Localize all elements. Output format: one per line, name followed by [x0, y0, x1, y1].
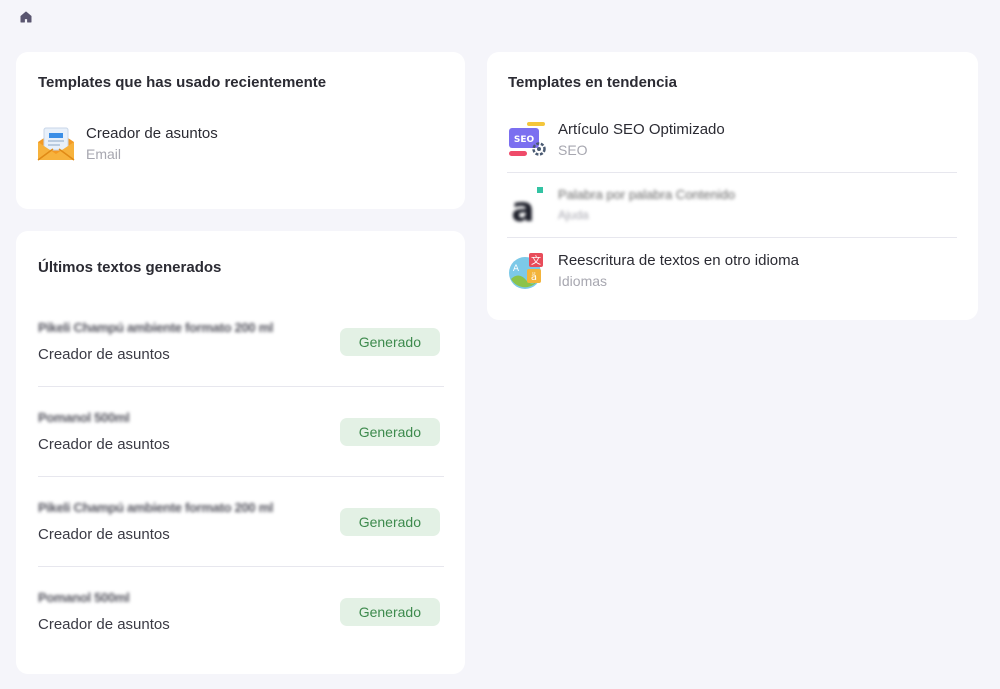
template-name: Artículo SEO Optimizado: [558, 121, 725, 138]
generated-texts-card: Últimos textos generados Pikeli Champú a…: [16, 231, 465, 674]
generated-text-row[interactable]: Pikeli Champú ambiente formato 200 ml Cr…: [38, 297, 444, 387]
generated-texts-list: Pikeli Champú ambiente formato 200 ml Cr…: [38, 297, 444, 657]
trending-template-item[interactable]: SEO Artículo SEO Optimizado SEO: [507, 108, 957, 173]
recent-template-item[interactable]: Creador de asuntos Email: [36, 124, 218, 164]
template-name: Palabra por palabra Contenido: [558, 187, 736, 202]
svg-text:文: 文: [531, 254, 541, 267]
generated-text-row[interactable]: Pomanol 500ml Creador de asuntos Generad…: [38, 567, 444, 657]
generated-text-title: Pikeli Champú ambiente formato 200 ml: [38, 499, 274, 515]
status-badge[interactable]: Generado: [339, 507, 440, 536]
template-category: SEO: [558, 142, 588, 158]
svg-text:SEO: SEO: [514, 135, 535, 145]
status-badge[interactable]: Generado: [339, 417, 440, 446]
generated-text-template: Creador de asuntos: [38, 616, 170, 633]
recent-templates-card: Templates que has usado recientemente Cr…: [16, 52, 465, 209]
generated-text-title: Pikeli Champú ambiente formato 200 ml: [38, 319, 274, 335]
trending-template-item[interactable]: 文 ä A Reescritura de textos en otro idio…: [507, 238, 957, 303]
generated-text-template: Creador de asuntos: [38, 435, 170, 453]
trending-template-item[interactable]: a Palabra por palabra Contenido Ajuda: [507, 173, 957, 238]
template-category: Ajuda: [558, 208, 589, 222]
status-badge[interactable]: Generado: [339, 327, 440, 356]
home-icon: [20, 11, 32, 23]
generated-text-title: Pomanol 500ml: [38, 409, 130, 425]
generated-text-template: Creador de asuntos: [38, 345, 170, 363]
generated-text-row[interactable]: Pomanol 500ml Creador de asuntos Generad…: [38, 387, 444, 477]
trending-templates-card: Templates en tendencia SEO Artículo SEO …: [487, 52, 978, 320]
svg-text:A: A: [513, 264, 520, 274]
email-envelope-icon: [37, 127, 75, 161]
template-name: Reescritura de textos en otro idioma: [558, 251, 799, 269]
status-badge[interactable]: Generado: [339, 598, 440, 626]
svg-text:ä: ä: [531, 272, 537, 283]
generated-text-template: Creador de asuntos: [38, 525, 170, 543]
svg-text:a: a: [512, 190, 535, 225]
template-category: Idiomas: [558, 272, 608, 289]
template-category: Email: [86, 146, 122, 162]
generated-text-title: Pomanol 500ml: [38, 590, 130, 605]
recent-templates-title: Templates que has usado recientemente: [38, 74, 327, 91]
template-name: Creador de asuntos: [86, 125, 218, 142]
translate-icon: 文 ä A: [509, 252, 543, 289]
trending-templates-list: SEO Artículo SEO Optimizado SEO a Palabr…: [507, 108, 957, 303]
seo-icon: SEO: [509, 122, 546, 156]
generated-texts-title: Últimos textos generados: [38, 259, 222, 276]
home-button[interactable]: [18, 9, 34, 25]
letter-a-icon: a: [512, 187, 543, 225]
generated-text-row[interactable]: Pikeli Champú ambiente formato 200 ml Cr…: [38, 477, 444, 567]
trending-templates-title: Templates en tendencia: [508, 74, 677, 91]
